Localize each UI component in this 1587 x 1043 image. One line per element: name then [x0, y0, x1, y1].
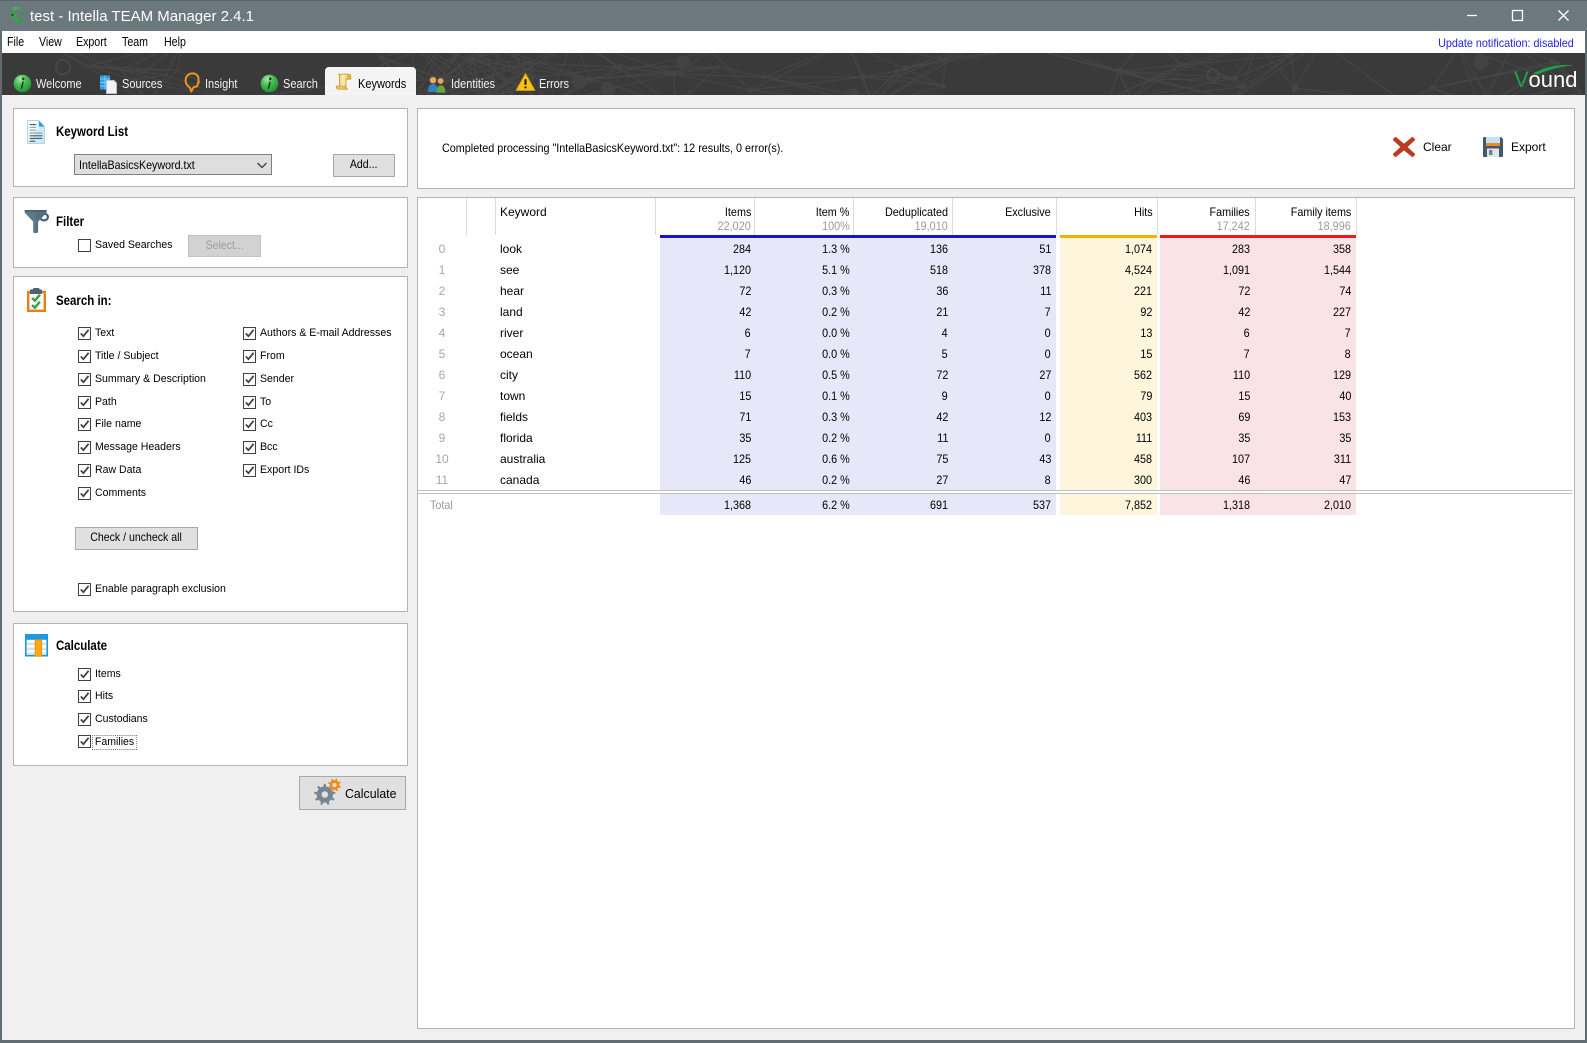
svg-text:V: V — [1514, 67, 1529, 92]
svg-text:ound: ound — [1529, 67, 1578, 92]
